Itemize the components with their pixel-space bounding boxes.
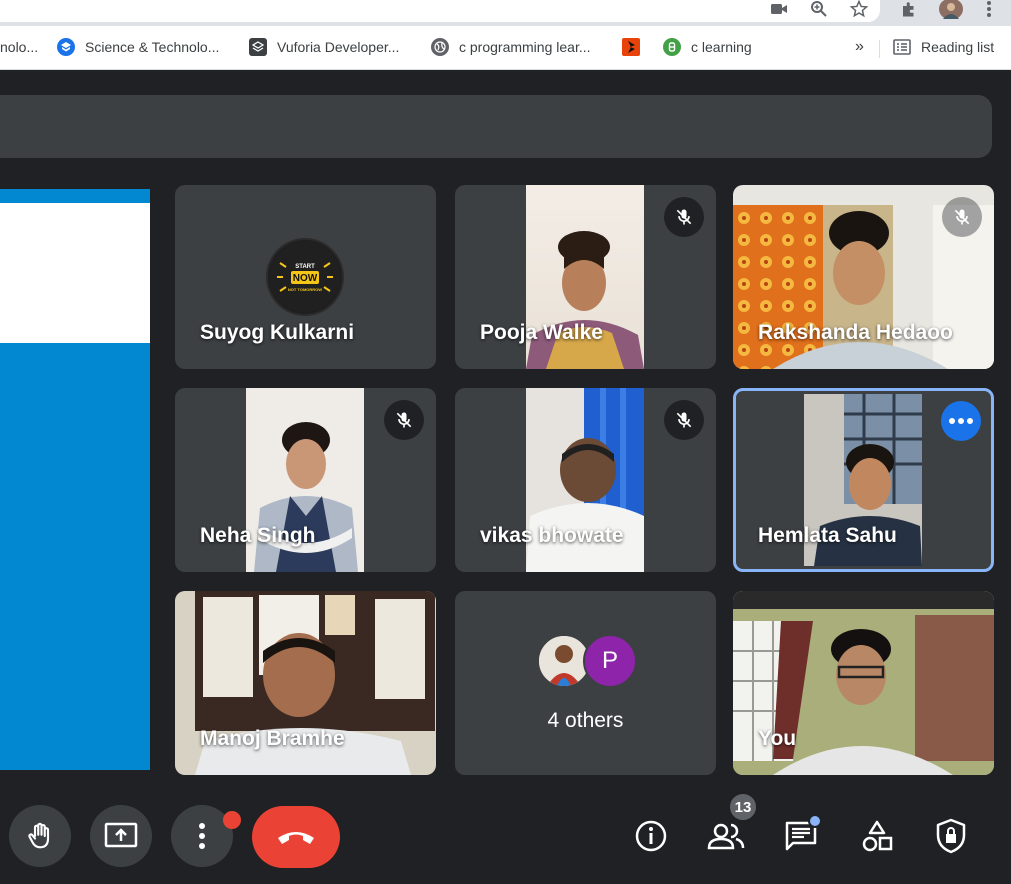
- bookmark-label: Science & Technolo...: [85, 39, 220, 55]
- chat-unread-dot: [808, 814, 822, 828]
- participant-name: Manoj Bramhe: [200, 727, 345, 750]
- chrome-menu-icon[interactable]: [978, 0, 1000, 18]
- bookmark-item[interactable]: c learning: [663, 36, 752, 58]
- zoom-icon[interactable]: [808, 0, 830, 18]
- participant-name: Rakshanda Hedaoo: [758, 321, 953, 344]
- participant-tile[interactable]: Pooja Walke: [455, 185, 716, 369]
- globe-icon: [431, 38, 449, 56]
- reading-list-label: Reading list: [921, 39, 995, 55]
- participant-tile[interactable]: START NOW NOT TOMORROW Suyog Kulkarni: [175, 185, 436, 369]
- bookmark-item[interactable]: nolo...: [0, 36, 38, 58]
- notification-dot: [223, 811, 241, 829]
- info-icon: [635, 820, 667, 852]
- science-globe-icon: [57, 38, 75, 56]
- bookmarks-bar: nolo... Science & Technolo... Vuforia De…: [0, 26, 1011, 70]
- bookmark-label: c learning: [691, 39, 752, 55]
- bookmark-item[interactable]: Science & Technolo...: [57, 36, 219, 58]
- presentation-header-band: [0, 203, 150, 343]
- leave-call-button[interactable]: [252, 806, 340, 868]
- participant-name: Pooja Walke: [480, 321, 603, 344]
- raise-hand-button[interactable]: [9, 805, 71, 867]
- others-tile[interactable]: P 4 others: [455, 591, 716, 775]
- present-icon: [104, 822, 138, 848]
- svg-text:NOT TOMORROW: NOT TOMORROW: [288, 287, 322, 292]
- mic-off-icon: [664, 197, 704, 237]
- more-vert-icon: [199, 823, 205, 849]
- meeting-banner: [0, 95, 992, 158]
- camera-icon[interactable]: [768, 0, 790, 18]
- participant-name: Suyog Kulkarni: [200, 321, 355, 344]
- bookmark-label: c programming lear...: [459, 39, 591, 55]
- orange-app-icon: [622, 38, 640, 56]
- host-controls-button[interactable]: [931, 816, 971, 856]
- meeting-details-button[interactable]: [631, 816, 671, 856]
- activities-button[interactable]: [857, 816, 897, 856]
- participant-name: Hemlata Sahu: [758, 524, 897, 547]
- participant-tile[interactable]: vikas bhowate: [455, 388, 716, 572]
- others-count-label: 4 others: [547, 709, 624, 732]
- participant-tile-self[interactable]: You: [733, 591, 994, 775]
- present-screen-button[interactable]: [90, 805, 152, 867]
- mic-off-icon: [384, 400, 424, 440]
- reading-list-icon: [893, 39, 911, 55]
- vuforia-icon: [249, 38, 267, 56]
- mic-off-icon: [664, 400, 704, 440]
- participant-count-badge: 13: [728, 792, 758, 822]
- reading-list-button[interactable]: Reading list: [893, 36, 994, 58]
- bookmark-item[interactable]: Vuforia Developer...: [249, 36, 399, 58]
- bookmark-label: nolo...: [0, 39, 39, 55]
- participant-tile[interactable]: Manoj Bramhe: [175, 591, 436, 775]
- browser-toolbar: [0, 0, 1011, 26]
- bookmark-item[interactable]: c programming lear...: [431, 36, 591, 58]
- bookmark-label: Vuforia Developer...: [277, 39, 400, 55]
- participant-name: Neha Singh: [200, 524, 316, 547]
- svg-text:NOW: NOW: [293, 273, 318, 284]
- participant-tile-active[interactable]: Hemlata Sahu: [733, 388, 994, 572]
- avatar: P: [583, 634, 637, 688]
- end-call-icon: [278, 832, 314, 844]
- svg-text:START: START: [295, 264, 315, 270]
- address-bar[interactable]: [0, 0, 880, 22]
- divider: [879, 40, 880, 58]
- overflow-chevron-icon: »: [855, 38, 864, 55]
- bookmarks-overflow-button[interactable]: »: [855, 36, 864, 58]
- shield-lock-icon: [936, 818, 966, 854]
- bookmark-item[interactable]: [622, 36, 640, 58]
- more-options-icon[interactable]: [941, 401, 981, 441]
- people-icon: [707, 823, 745, 850]
- people-button[interactable]: [706, 816, 746, 856]
- avatar: START NOW NOT TOMORROW: [266, 238, 344, 316]
- presentation-screen[interactable]: [0, 189, 150, 770]
- participant-tile[interactable]: Rakshanda Hedaoo: [733, 185, 994, 369]
- meeting-view: START NOW NOT TOMORROW Suyog Kulkarni Po…: [0, 70, 1011, 884]
- participant-tile[interactable]: Neha Singh: [175, 388, 436, 572]
- activities-icon: [862, 820, 893, 852]
- c-learning-icon: [663, 38, 681, 56]
- mic-off-icon: [942, 197, 982, 237]
- extensions-icon[interactable]: [898, 0, 920, 18]
- star-icon[interactable]: [848, 0, 870, 18]
- hand-icon: [28, 822, 50, 849]
- profile-avatar[interactable]: [938, 0, 964, 19]
- participant-name: You: [758, 727, 797, 750]
- participant-name: vikas bhowate: [480, 524, 624, 547]
